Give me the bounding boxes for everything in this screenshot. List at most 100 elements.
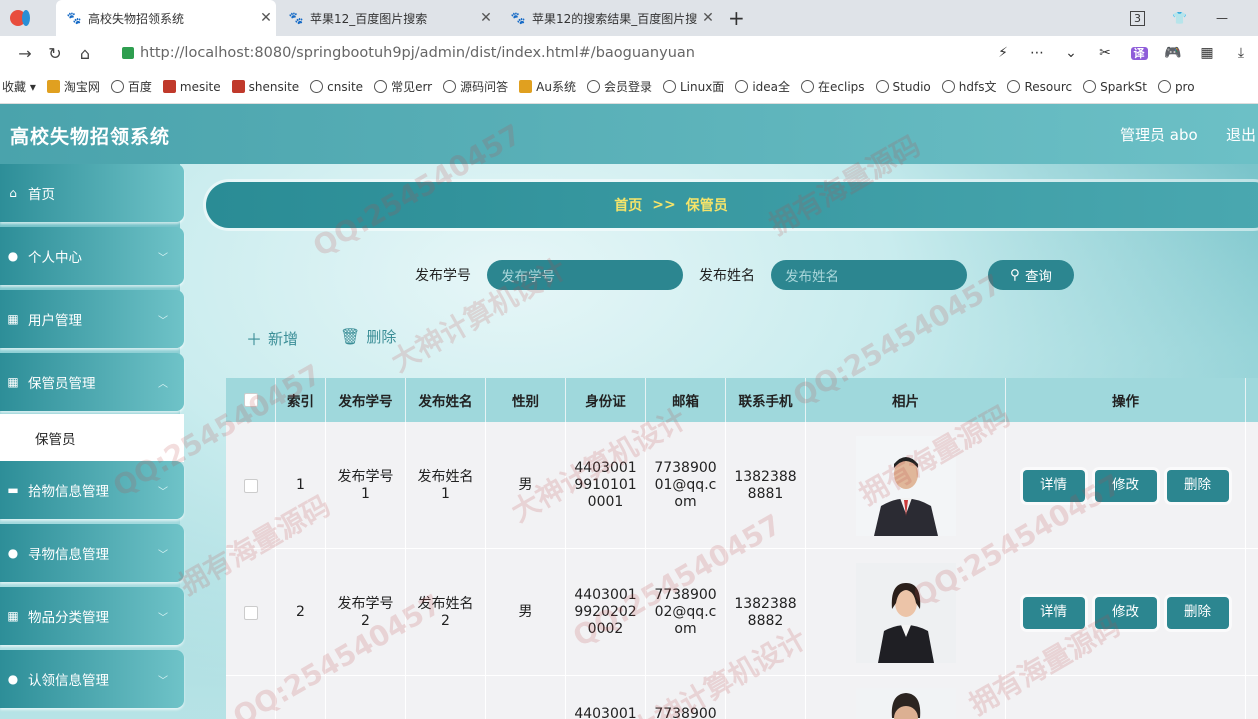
telegram-icon[interactable] <box>12 0 36 36</box>
man-in-suit-photo <box>855 435 956 536</box>
man-photo-partial <box>855 688 956 719</box>
sidebar-item-category[interactable]: ▦ 物品分类管理 ﹀ <box>0 587 184 645</box>
detail-button[interactable]: 详情 <box>1022 596 1085 629</box>
url-field[interactable]: http://localhost:8080/springbootuh9pj/ad… <box>122 43 695 63</box>
tab-active[interactable]: 🐾 高校失物招领系统 ✕ <box>56 0 276 36</box>
table-row[interactable]: 4403001 7738900 <box>226 676 1258 719</box>
user-icon: ● <box>7 546 19 560</box>
cell-name: 发布姓名 2 <box>406 549 486 676</box>
row-checkbox[interactable] <box>243 478 258 493</box>
address-bar: → ↻ ⌂ http://localhost:8080/springbootuh… <box>0 36 1258 70</box>
bookmark-item[interactable]: 收藏 ▾ <box>2 78 36 95</box>
sidebar-item-profile[interactable]: ● 个人中心 ﹀ <box>0 227 184 285</box>
lightning-icon[interactable]: ⚡ <box>986 45 1020 61</box>
chevron-down-icon: ﹀ <box>158 549 168 561</box>
sidebar-item-users[interactable]: ▦ 用户管理 ﹀ <box>0 290 184 348</box>
query-button[interactable]: ⚲ 查询 <box>988 260 1074 290</box>
user-icon: ● <box>7 249 19 263</box>
cell-operations <box>1006 676 1246 719</box>
batch-delete-button[interactable]: 🗑 删除 <box>340 326 396 347</box>
cell-email: 7738900 02@qq.c om <box>646 549 726 676</box>
breadcrumb-home[interactable]: 首页 <box>614 195 642 215</box>
chevron-down-icon[interactable]: ⌄ <box>1054 45 1088 61</box>
cell-photo <box>806 676 1006 719</box>
col-header: 索引 <box>276 378 326 422</box>
minimize-icon[interactable]: — <box>1216 0 1236 36</box>
sidebar-subitem-keeper[interactable]: 保管员 <box>0 414 184 462</box>
cell-xuehao: 发布学号 1 <box>326 422 406 549</box>
row-select-cell <box>226 549 276 676</box>
col-header: 邮箱 <box>646 378 726 422</box>
xuehao-search-input[interactable]: 发布学号 <box>487 260 683 290</box>
cell-email: 7738900 01@qq.c om <box>646 422 726 549</box>
bookmark-item[interactable]: mesite <box>162 80 221 94</box>
tab-count-badge[interactable]: 3 <box>1130 0 1150 36</box>
app-title: 高校失物招领系统 <box>10 126 171 148</box>
select-all-checkbox[interactable] <box>243 393 258 407</box>
table-row[interactable]: 2 发布学号 2 发布姓名 2 男 4403001 9920202 0002 7… <box>226 549 1258 676</box>
bookmark-item[interactable]: 百度 <box>110 78 152 95</box>
bookmark-item[interactable]: idea全 <box>735 78 790 95</box>
bookmark-item[interactable]: cnsite <box>310 80 363 94</box>
bookmark-item[interactable]: hdfs文 <box>941 78 996 95</box>
close-icon[interactable]: ✕ <box>256 10 276 26</box>
search-group-name: 发布姓名 发布姓名 <box>699 260 967 290</box>
row-checkbox[interactable] <box>243 605 258 620</box>
delete-button[interactable]: 删除 <box>1166 596 1229 629</box>
bookmark-item[interactable]: Linux面 <box>662 78 724 95</box>
scissors-icon[interactable]: ✂ <box>1088 45 1122 61</box>
sidebar-item-home[interactable]: ⌂ 首页 <box>0 164 184 222</box>
sidebar-item-lost[interactable]: ● 寻物信息管理 ﹀ <box>0 524 184 582</box>
game-icon[interactable]: 🎮 <box>1156 45 1190 61</box>
bookmark-item[interactable]: 淘宝网 <box>46 78 100 95</box>
logout-link[interactable]: 退出 <box>1226 124 1256 145</box>
cell-phone <box>726 676 806 719</box>
app-root: 高校失物招领系统 管理员 abo 退出 ⌂ 首页 ● 个人中心 ﹀ ▦ 用户管理 ﹀ ▦ 保… <box>0 104 1258 719</box>
tab-2[interactable]: 🐾 苹果12_百度图片搜索 ✕ <box>278 0 496 36</box>
bookmark-item[interactable]: pro <box>1157 80 1195 94</box>
sidebar-item-found[interactable]: ▬ 拾物信息管理 ﹀ <box>0 461 184 519</box>
reload-icon[interactable]: ↻ <box>40 44 70 63</box>
chevron-down-icon: ﹀ <box>158 252 168 264</box>
breadcrumb-separator: >> <box>652 197 676 213</box>
shirt-icon[interactable]: 👕 <box>1172 0 1192 36</box>
bookmark-item[interactable]: SparkSt <box>1083 80 1147 94</box>
tab-3[interactable]: 🐾 苹果12的搜索结果_百度图片搜 ✕ <box>500 0 718 36</box>
bookmark-item[interactable]: Studio <box>875 80 931 94</box>
xuehao-label: 发布学号 <box>415 268 471 284</box>
close-icon[interactable]: ✕ <box>476 10 496 26</box>
more-icon[interactable]: ⋯ <box>1020 45 1054 61</box>
grid-icon: ▦ <box>7 609 19 623</box>
cell-index: 2 <box>276 549 326 676</box>
sidebar-item-keepers[interactable]: ▦ 保管员管理 ︿ <box>0 353 184 411</box>
cell-photo <box>806 422 1006 549</box>
bookmark-item[interactable]: 源码问答 <box>443 78 508 95</box>
table-row[interactable]: 1 发布学号 1 发布姓名 1 男 4403001 9910101 0001 7… <box>226 422 1258 549</box>
row-select-cell <box>226 676 276 719</box>
monitor-icon: ▬ <box>7 483 19 497</box>
bookmark-item[interactable]: Au系统 <box>519 78 576 95</box>
bookmark-item[interactable]: 会员登录 <box>586 78 652 95</box>
translate-icon[interactable]: 译 <box>1122 45 1156 61</box>
edit-button[interactable]: 修改 <box>1094 596 1157 629</box>
bookmark-item[interactable]: Resourc <box>1007 80 1072 94</box>
bookmark-item[interactable]: 在eclips <box>801 78 865 95</box>
cell-name <box>406 676 486 719</box>
edit-button[interactable]: 修改 <box>1094 469 1157 502</box>
home-icon[interactable]: ⌂ <box>70 44 100 63</box>
apps-icon[interactable]: ▦ <box>1190 45 1224 61</box>
tab-title: 苹果12的搜索结果_百度图片搜 <box>532 11 698 26</box>
detail-button[interactable]: 详情 <box>1022 469 1085 502</box>
name-search-input[interactable]: 发布姓名 <box>771 260 967 290</box>
delete-button[interactable]: 删除 <box>1166 469 1229 502</box>
download-icon[interactable]: ⤓ <box>1224 45 1258 61</box>
cell-operations: 详情 修改 删除 <box>1006 422 1246 549</box>
close-icon[interactable]: ✕ <box>698 10 718 26</box>
sidebar-item-claim[interactable]: ● 认领信息管理 ﹀ <box>0 650 184 708</box>
forward-icon[interactable]: → <box>10 44 40 63</box>
add-button[interactable]: ＋新增 <box>246 326 298 350</box>
cell-index <box>276 676 326 719</box>
new-tab-button[interactable]: + <box>728 0 752 36</box>
bookmark-item[interactable]: shensite <box>231 80 299 94</box>
bookmark-item[interactable]: 常见err <box>374 78 432 95</box>
